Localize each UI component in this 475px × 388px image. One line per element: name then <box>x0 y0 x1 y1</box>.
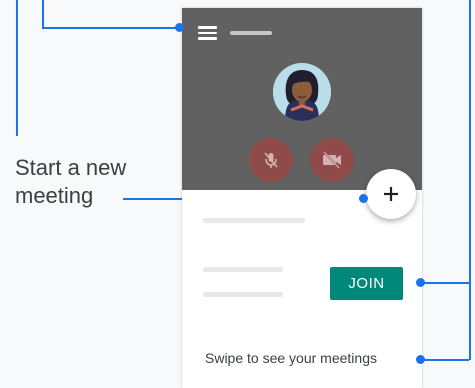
content-placeholder-line <box>203 218 305 223</box>
callout-start-new-meeting: Start a new meeting <box>15 154 126 210</box>
callout-dot-fab <box>359 194 368 203</box>
callout-line-menu-vertical <box>42 0 44 28</box>
swipe-hint-text: Swipe to see your meetings <box>205 350 377 366</box>
new-meeting-fab[interactable] <box>366 169 416 219</box>
callout-dot-join <box>416 278 425 287</box>
mute-mic-button[interactable] <box>249 138 293 182</box>
callout-line-menu-horizontal <box>42 27 178 29</box>
content-placeholder-line <box>203 292 283 297</box>
callout-line-right-vertical <box>469 0 471 360</box>
callout-dot-swipe <box>416 355 425 364</box>
meeting-header <box>182 8 422 190</box>
camera-off-icon <box>323 151 341 169</box>
join-button[interactable]: JOIN <box>330 267 403 300</box>
user-avatar <box>273 63 331 121</box>
callout-text-line1: Start a new <box>15 155 127 180</box>
callout-line-left-vertical <box>16 0 18 136</box>
avatar-icon <box>273 63 331 121</box>
camera-off-button[interactable] <box>310 138 354 182</box>
callout-line-swipe <box>421 359 469 361</box>
content-placeholder-line <box>203 267 283 272</box>
callout-line-join <box>421 282 469 284</box>
callout-dot-menu <box>175 23 184 32</box>
callout-text-line2: meeting <box>15 183 94 208</box>
hamburger-menu-icon[interactable] <box>198 26 217 40</box>
microphone-off-icon <box>264 152 278 168</box>
plus-icon <box>384 187 398 201</box>
title-placeholder <box>230 31 272 35</box>
